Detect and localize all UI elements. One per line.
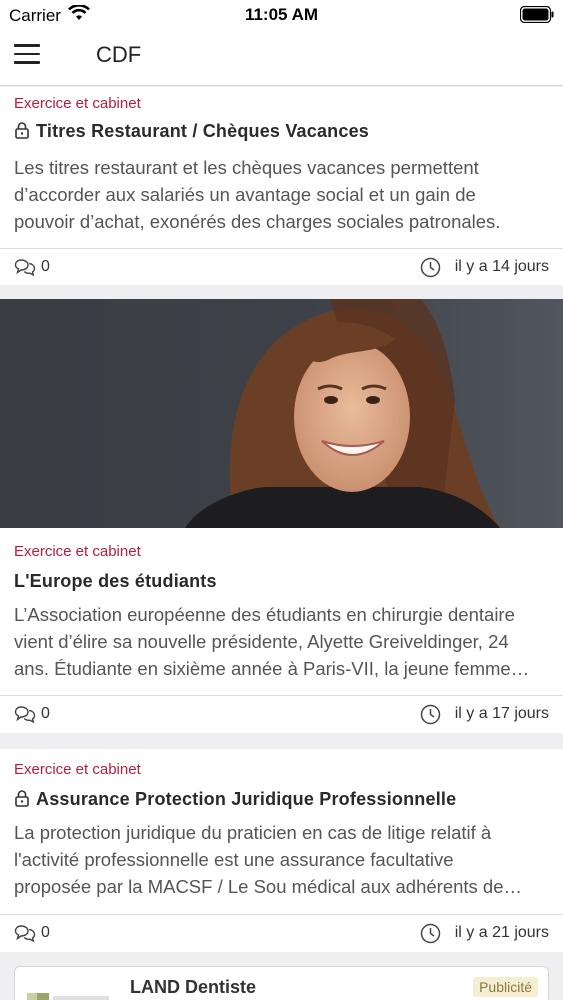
excerpt-line: proposée par la MACSF / Le Sou médical a… <box>14 876 523 897</box>
comment-count: 0 <box>41 258 50 275</box>
article-card[interactable]: Exercice et cabinet Titres Restaurant / … <box>0 87 563 285</box>
ad-card[interactable]: LAND Dentiste Publicité <box>14 966 549 1000</box>
article-card[interactable]: Exercice et cabinet Assurance Protection… <box>0 749 563 952</box>
article-footer: 0 il y a 21 jours <box>0 914 563 952</box>
article-category[interactable]: Exercice et cabinet <box>14 761 141 778</box>
article-title-text: Assurance Protection Juridique Professio… <box>36 789 457 809</box>
article-card[interactable]: Exercice et cabinet L'Europe des étudian… <box>0 299 563 733</box>
article-image[interactable] <box>0 299 563 528</box>
article-excerpt[interactable]: Les titres restaurant et les chèques vac… <box>14 154 550 235</box>
status-time: 11:05 AM <box>244 5 319 24</box>
clock-icon <box>420 923 441 944</box>
excerpt-line: l'activité professionnelle est une assur… <box>14 849 454 870</box>
navigation-bar: CDF <box>0 30 563 86</box>
excerpt-line: L’Association européenne des étudiants e… <box>14 604 515 625</box>
clock-icon <box>420 704 441 725</box>
time-ago: il y a 21 jours <box>454 924 549 941</box>
ad-logo <box>27 993 109 1000</box>
article-excerpt[interactable]: La protection juridique du praticien en … <box>14 819 550 900</box>
clock-icon <box>420 257 441 278</box>
menu-icon[interactable] <box>14 44 40 70</box>
excerpt-line: vient d’élire sa nouvelle présidente, Al… <box>14 631 509 652</box>
ad-title: LAND Dentiste <box>130 977 257 997</box>
comment-icon[interactable] <box>14 704 36 724</box>
article-footer: 0 il y a 14 jours <box>0 248 563 286</box>
battery-icon <box>520 6 554 23</box>
comment-count: 0 <box>41 924 50 941</box>
lock-icon <box>15 790 29 807</box>
status-bar: Carrier 11:05 AM <box>0 0 563 30</box>
excerpt-line: La protection juridique du praticien en … <box>14 822 492 843</box>
article-category[interactable]: Exercice et cabinet <box>14 543 141 560</box>
time-ago: il y a 17 jours <box>454 705 549 722</box>
lock-icon <box>15 122 29 139</box>
excerpt-line: d’accorder aux salariés un avantage soci… <box>14 184 476 205</box>
page-title: CDF <box>96 42 142 67</box>
article-title-text: L'Europe des étudiants <box>14 571 217 591</box>
article-title[interactable]: Assurance Protection Juridique Professio… <box>14 789 456 810</box>
article-excerpt[interactable]: L’Association européenne des étudiants e… <box>14 601 550 682</box>
comment-icon[interactable] <box>14 923 36 943</box>
time-ago: il y a 14 jours <box>454 258 549 275</box>
article-title[interactable]: L'Europe des étudiants <box>14 571 217 592</box>
excerpt-line: ans. Étudiante en sixième année à Paris-… <box>14 658 530 679</box>
article-footer: 0 il y a 17 jours <box>0 695 563 733</box>
article-title-text: Titres Restaurant / Chèques Vacances <box>36 121 370 141</box>
comment-count: 0 <box>41 705 50 722</box>
excerpt-line: Les titres restaurant et les chèques vac… <box>14 157 479 178</box>
excerpt-line: pouvoir d’achat, exonérés des charges so… <box>14 211 501 232</box>
comment-icon[interactable] <box>14 257 36 277</box>
article-title[interactable]: Titres Restaurant / Chèques Vacances <box>14 121 369 142</box>
article-category[interactable]: Exercice et cabinet <box>14 95 141 112</box>
ad-badge: Publicité <box>473 977 538 997</box>
